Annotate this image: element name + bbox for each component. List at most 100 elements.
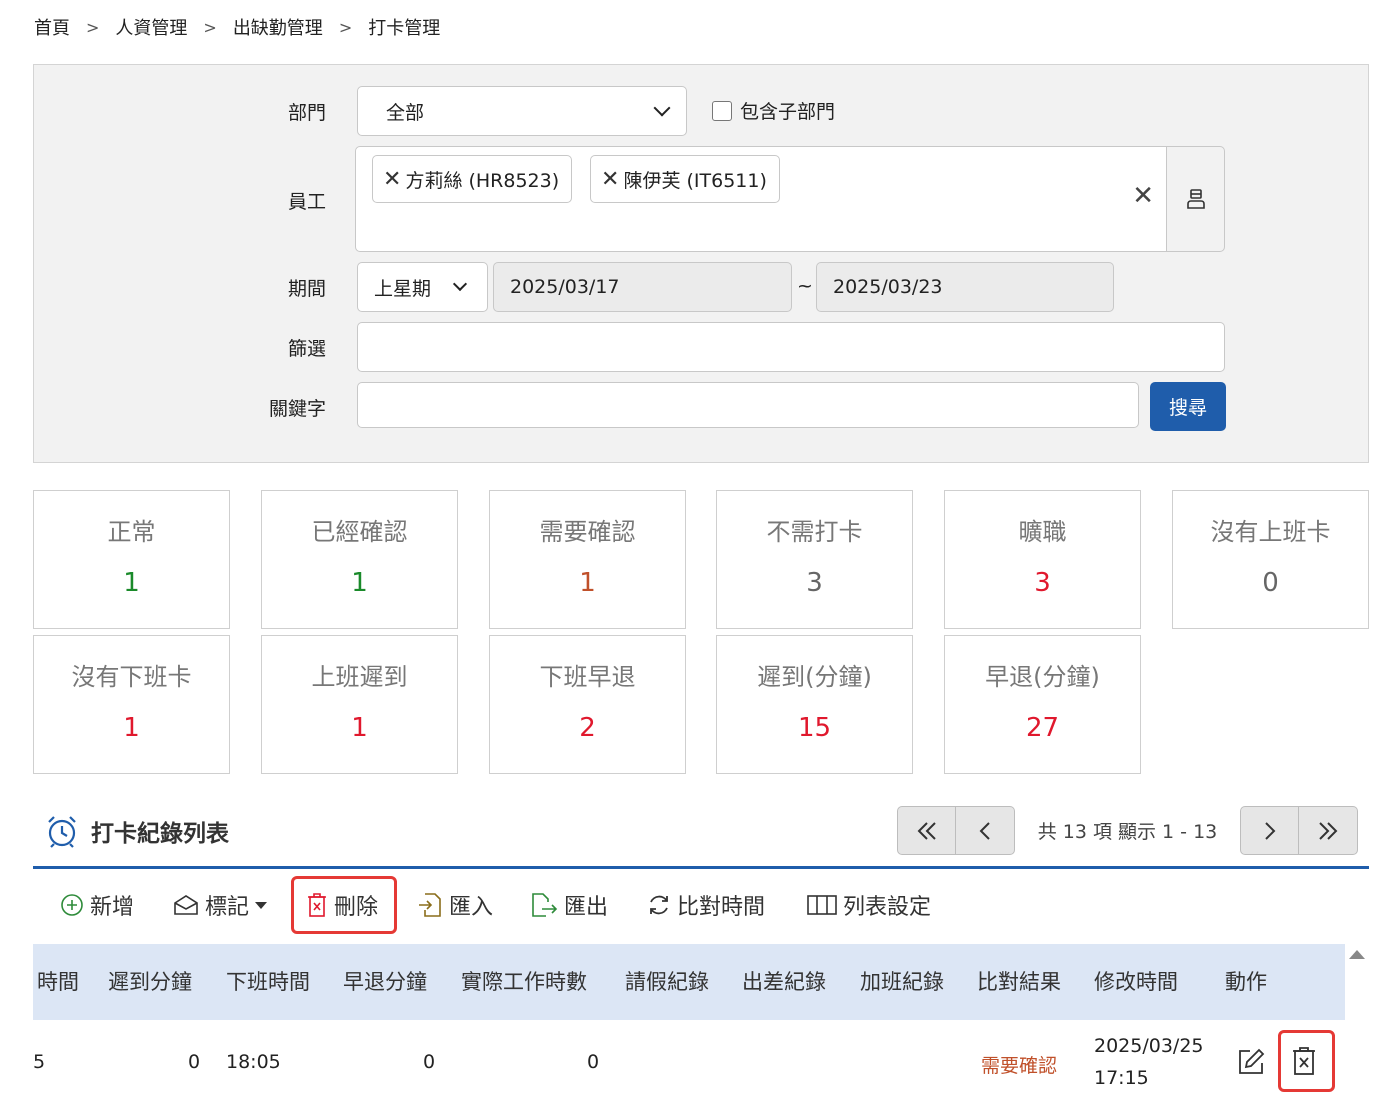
filter-input[interactable] (357, 322, 1225, 372)
remove-tag-icon[interactable]: ✕ (383, 167, 401, 192)
col-header[interactable]: 時間 (37, 966, 79, 996)
stat-card[interactable]: 沒有下班卡 1 (33, 635, 230, 774)
include-sub-dept-label: 包含子部門 (740, 101, 836, 123)
stat-card[interactable]: 沒有上班卡 0 (1172, 490, 1369, 629)
chevron-right-icon: > (203, 17, 217, 37)
checkbox-box[interactable] (712, 100, 732, 121)
keyword-input[interactable] (357, 382, 1139, 428)
remove-tag-icon[interactable]: ✕ (601, 167, 619, 192)
stat-card[interactable]: 曠職 3 (944, 490, 1141, 629)
add-button[interactable]: 新增 (60, 889, 134, 921)
employee-tag-label: 陳伊芙 (IT6511) (623, 169, 767, 192)
chevron-left-icon (979, 821, 990, 840)
prev-page-button[interactable] (956, 806, 1015, 855)
scroll-up-arrow[interactable] (1349, 950, 1365, 959)
compare-time-button[interactable]: 比對時間 (647, 889, 765, 921)
stat-card-label: 曠職 (1018, 518, 1067, 546)
search-button[interactable]: 搜尋 (1150, 382, 1226, 431)
date-from-input[interactable]: 2025/03/17 (493, 262, 792, 312)
person-icon (1186, 189, 1205, 209)
stat-card-value: 3 (1034, 568, 1051, 598)
next-page-button[interactable] (1240, 806, 1299, 855)
breadcrumb-attendance[interactable]: 出缺勤管理 (233, 14, 323, 40)
table-row[interactable]: 5 0 18:05 0 0 需要確認 2025/03/25 17:15 (33, 1020, 1345, 1106)
col-header[interactable]: 實際工作時數 (461, 966, 587, 996)
stat-card[interactable]: 正常 1 (33, 490, 230, 629)
col-header[interactable]: 加班紀錄 (860, 966, 944, 996)
period-select-value: 上星期 (374, 277, 432, 300)
stat-card-value: 1 (123, 568, 140, 598)
stat-card[interactable]: 下班早退 2 (489, 635, 686, 774)
period-select[interactable]: 上星期 (357, 262, 488, 312)
mark-label: 標記 (205, 895, 250, 920)
clear-icon[interactable]: ✕ (1132, 181, 1154, 211)
chevron-right-icon (1264, 821, 1275, 840)
stat-card[interactable]: 遲到(分鐘) 15 (716, 635, 913, 774)
stat-card[interactable]: 已經確認 1 (261, 490, 458, 629)
delete-row-highlight-box (1278, 1030, 1335, 1092)
breadcrumb-hr[interactable]: 人資管理 (115, 14, 187, 40)
employee-tag: ✕ 陳伊芙 (IT6511) (590, 155, 780, 203)
employee-picker-button[interactable] (1166, 146, 1225, 252)
dept-label: 部門 (287, 102, 326, 124)
dept-select-value: 全部 (386, 101, 425, 124)
import-button[interactable]: 匯入 (417, 889, 493, 921)
col-header: 動作 (1225, 970, 1267, 994)
import-label: 匯入 (449, 895, 494, 920)
stat-card-value: 0 (1262, 568, 1279, 598)
stat-card-label: 不需打卡 (766, 518, 863, 546)
date-to-input[interactable]: 2025/03/23 (816, 262, 1114, 312)
chevron-down-icon (653, 99, 671, 117)
stat-card[interactable]: 早退(分鐘) 27 (944, 635, 1141, 774)
add-label: 新增 (90, 895, 135, 920)
export-icon (532, 893, 558, 917)
filter-panel: 部門 全部 包含子部門 員工 ✕ 方莉絲 (HR8523) ✕ 陳伊芙 (IT6… (33, 64, 1369, 463)
date-to-value: 2025/03/23 (833, 276, 943, 298)
employee-tag: ✕ 方莉絲 (HR8523) (372, 155, 573, 203)
pager-info: 共 13 項 顯示 1 - 13 (1037, 821, 1218, 843)
date-separator: ~ (797, 275, 813, 297)
envelope-open-icon (174, 895, 198, 915)
col-header[interactable]: 下班時間 (226, 966, 310, 996)
stat-card[interactable]: 上班遲到 1 (261, 635, 458, 774)
edit-icon[interactable] (1236, 1047, 1266, 1077)
stat-card-label: 遲到(分鐘) (757, 663, 872, 691)
cell-modified-time: 17:15 (1094, 1067, 1149, 1089)
col-header[interactable]: 出差紀錄 (742, 966, 826, 996)
dept-select[interactable]: 全部 (357, 86, 687, 136)
table-header: 時間 遲到分鐘 下班時間 早退分鐘 實際工作時數 請假紀錄 出差紀錄 加班紀錄 … (33, 944, 1345, 1020)
col-header[interactable]: 早退分鐘 (343, 966, 427, 996)
breadcrumb-home[interactable]: 首頁 (34, 14, 70, 40)
breadcrumb-punch: 打卡管理 (368, 18, 441, 39)
export-button[interactable]: 匯出 (530, 889, 608, 921)
pager: 共 13 項 顯示 1 - 13 (897, 806, 1358, 855)
cell-early-min: 0 (423, 1051, 436, 1073)
emp-label: 員工 (287, 191, 326, 213)
stat-card[interactable]: 需要確認 1 (489, 490, 686, 629)
chevron-right-icon: > (338, 17, 353, 37)
list-toolbar: 新增 標記 刪除 匯入 匯出 比對時間 列表設定 (33, 869, 1369, 944)
cell-in-time: 5 (33, 1051, 46, 1073)
cell-out-time: 18:05 (226, 1051, 281, 1073)
list-settings-label: 列表設定 (843, 895, 932, 920)
col-header[interactable]: 比對結果 (977, 966, 1061, 996)
stat-card-label: 沒有上班卡 (1210, 518, 1331, 546)
chevron-down-icon (452, 276, 468, 292)
include-sub-dept-checkbox[interactable]: 包含子部門 (712, 97, 835, 124)
employee-multiselect[interactable]: ✕ 方莉絲 (HR8523) ✕ 陳伊芙 (IT6511) ✕ (355, 146, 1167, 252)
stat-card-label: 沒有下班卡 (71, 663, 192, 691)
caret-down-icon (255, 901, 268, 909)
import-icon (419, 893, 441, 917)
last-page-button[interactable] (1299, 806, 1358, 855)
compare-time-label: 比對時間 (677, 895, 766, 920)
stat-card-value: 3 (806, 568, 823, 598)
stat-card-label: 早退(分鐘) (985, 663, 1100, 691)
first-page-button[interactable] (897, 806, 956, 855)
period-label: 期間 (287, 278, 326, 300)
mark-dropdown-button[interactable]: 標記 (173, 889, 268, 921)
list-settings-button[interactable]: 列表設定 (807, 889, 931, 921)
stat-card[interactable]: 不需打卡 3 (716, 490, 913, 629)
col-header[interactable]: 修改時間 (1094, 966, 1178, 996)
col-header[interactable]: 遲到分鐘 (108, 966, 192, 996)
col-header[interactable]: 請假紀錄 (625, 966, 709, 996)
